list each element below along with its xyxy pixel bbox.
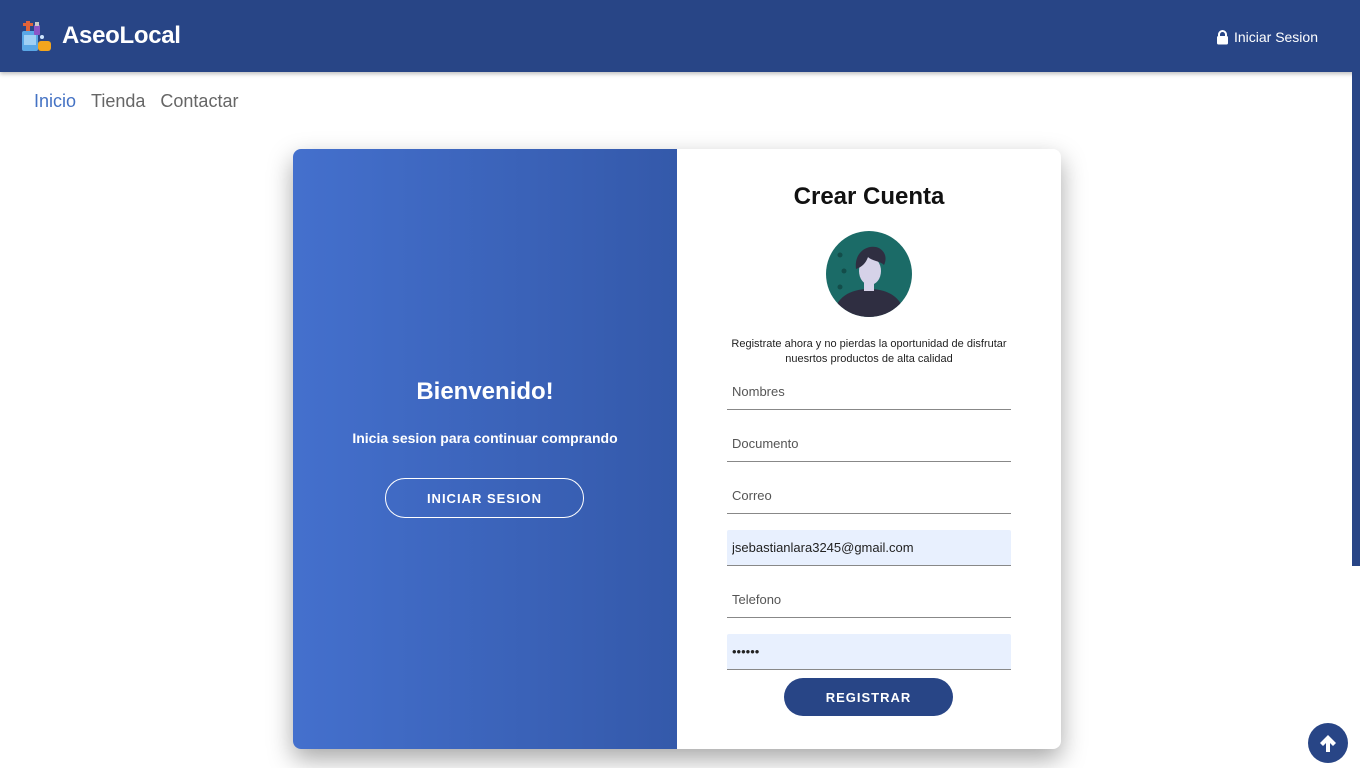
page-scrollbar[interactable] [1352, 72, 1360, 566]
register-button[interactable]: REGISTRAR [784, 678, 953, 716]
nav-item-contactar[interactable]: Contactar [160, 91, 238, 112]
brand[interactable]: AseoLocal [20, 18, 181, 54]
user-avatar-icon [826, 231, 912, 317]
telefono-field[interactable] [727, 582, 1011, 618]
welcome-title: Bienvenido! [416, 378, 554, 405]
register-title: Crear Cuenta [793, 183, 945, 210]
nav-item-tienda[interactable]: Tienda [91, 91, 145, 112]
register-card: Bienvenido! Inicia sesion para continuar… [293, 149, 1061, 749]
password-field[interactable] [727, 634, 1011, 670]
main-nav: Inicio Tienda Contactar [34, 91, 238, 112]
register-description: Registrate ahora y no pierdas la oportun… [731, 338, 1007, 365]
lock-icon [1216, 29, 1228, 44]
correo-field[interactable] [727, 478, 1011, 514]
brand-name: AseoLocal [62, 22, 181, 49]
nav-item-inicio[interactable]: Inicio [34, 91, 76, 112]
scroll-to-top-button[interactable] [1308, 723, 1348, 763]
welcome-panel: Bienvenido! Inicia sesion para continuar… [293, 149, 677, 749]
arrow-up-icon [1320, 735, 1336, 752]
login-link-label: Iniciar Sesion [1233, 29, 1318, 45]
login-link[interactable]: Iniciar Sesion [1216, 29, 1318, 45]
welcome-subtitle: Inicia sesion para continuar comprando [352, 430, 618, 446]
top-navbar: AseoLocal Iniciar Sesion [0, 0, 1360, 72]
go-to-login-button[interactable]: INICIAR SESION [385, 478, 584, 518]
email-field[interactable] [727, 530, 1011, 566]
register-panel: Crear Cuenta Registrate ahora y no pierd… [677, 149, 1061, 749]
nombres-field[interactable] [727, 374, 1011, 410]
documento-field[interactable] [727, 426, 1011, 462]
cleaning-supplies-icon [20, 19, 52, 53]
